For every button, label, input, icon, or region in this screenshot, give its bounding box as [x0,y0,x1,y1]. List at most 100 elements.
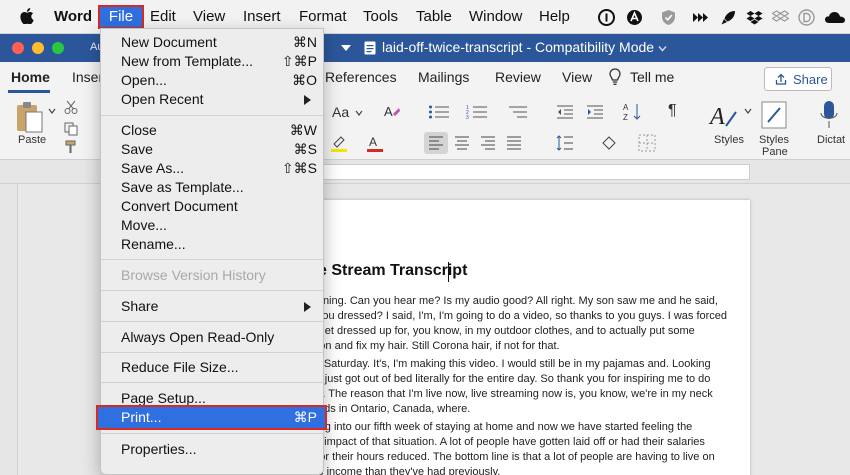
menu-format[interactable]: Format [299,8,347,25]
paste-dropdown-icon[interactable] [48,108,56,114]
close-window-icon[interactable] [12,42,24,54]
menu-item-label: Open Recent [121,91,204,107]
app-menu-word[interactable]: Word [54,8,92,25]
menu-item-share[interactable]: Share [121,298,317,317]
paragraph-line: ot it just got out of bed literally for … [304,373,711,385]
menu-item-save-as[interactable]: Save As... ⇧⌘S [121,160,317,179]
increase-indent-icon[interactable] [586,104,604,120]
dictate-microphone-icon[interactable] [820,100,838,130]
menu-item-save-as-template[interactable]: Save as Template... [121,179,317,198]
menu-item-close[interactable]: Close ⌘W [121,122,317,141]
change-case-button[interactable]: Aa [332,104,349,120]
active-tab-indicator [8,90,50,93]
menu-item-reduce-file-size[interactable]: Reduce File Size... [121,359,317,378]
forward-arrow-icon[interactable] [692,9,709,26]
menu-item-new-document[interactable]: New Document ⌘N [121,34,317,53]
menu-item-browse-version-history: Browse Version History [121,267,317,286]
menu-table[interactable]: Table [416,8,452,25]
shading-icon[interactable] [600,134,618,152]
shield-check-icon[interactable] [660,9,677,26]
menu-item-label: Reduce File Size... [121,359,239,375]
dropbox-icon[interactable] [746,9,763,26]
menu-item-save[interactable]: Save ⌘S [121,141,317,160]
apple-icon[interactable] [20,8,34,24]
menu-item-label: Browse Version History [121,267,266,283]
font-color-icon[interactable]: A [366,134,384,152]
menu-item-open-recent[interactable]: Open Recent [121,91,317,110]
styles-icon[interactable]: A [708,100,738,130]
paste-icon[interactable] [14,100,44,134]
tab-view[interactable]: View [562,69,592,85]
menu-edit[interactable]: Edit [150,8,176,25]
paragraph-2: 's a Saturday. It's, I'm making this vid… [304,357,744,417]
line-spacing-icon[interactable] [556,134,574,152]
menu-item-properties[interactable]: Properties... [121,441,317,460]
copy-icon[interactable] [64,122,78,136]
menu-item-open[interactable]: Open... ⌘O [121,72,317,91]
menu-item-print[interactable]: Print... ⌘P [121,409,317,428]
paragraph-line: morning. Can you hear me? Is my audio go… [304,295,718,307]
menu-item-move[interactable]: Move... [121,217,317,236]
menu-tools[interactable]: Tools [363,8,398,25]
share-button[interactable]: Share [764,67,832,91]
align-center-icon[interactable] [454,136,470,150]
menu-item-label: Move... [121,217,167,233]
menu-item-rename[interactable]: Rename... [121,236,317,255]
styles-pane-label: Styles [759,134,789,146]
menu-window[interactable]: Window [469,8,522,25]
numbering-icon[interactable]: 123 [466,104,488,120]
highlight-color-icon[interactable] [330,134,348,152]
tab-home[interactable]: Home [11,69,50,85]
bullets-icon[interactable] [428,104,450,120]
menu-insert[interactable]: Insert [243,8,281,25]
paragraph-3: going into our fifth week of staying at … [304,420,744,475]
borders-icon[interactable] [638,134,656,152]
clear-formatting-icon[interactable]: A [383,103,401,121]
cut-icon[interactable] [64,100,78,114]
menu-item-label: Share [121,298,159,314]
align-left-icon[interactable] [424,132,448,154]
d-circle-icon[interactable] [798,9,815,26]
menu-help[interactable]: Help [539,8,570,25]
sort-icon[interactable]: AZ [622,102,642,122]
rocket-icon[interactable] [720,9,737,26]
minimize-window-icon[interactable] [32,42,44,54]
styles-pane-icon[interactable] [760,100,788,130]
title-chevron-icon[interactable] [658,45,667,52]
decrease-indent-icon[interactable] [556,104,574,120]
chevron-down-icon[interactable] [340,43,352,53]
tab-review[interactable]: Review [495,69,541,85]
svg-text:A: A [369,135,377,149]
dropbox-outline-icon[interactable] [772,9,789,26]
circled-a-icon[interactable] [626,9,643,26]
lightbulb-icon [609,68,621,85]
menu-item-label: Page Setup... [121,390,206,406]
align-right-icon[interactable] [480,136,496,150]
styles-dropdown-icon[interactable] [744,108,752,114]
zoom-window-icon[interactable] [52,42,64,54]
menu-item-label: Properties... [121,441,197,457]
paragraph-1: morning. Can you hear me? Is my audio go… [304,294,744,354]
menu-file[interactable]: File [98,5,144,29]
tab-mailings[interactable]: Mailings [418,69,469,85]
menu-item-convert-document[interactable]: Convert Document [121,198,317,217]
shortcut-label: ⇧⌘S [281,160,317,176]
menu-item-always-open-read-only[interactable]: Always Open Read-Only [121,329,317,348]
svg-text:Z: Z [623,113,628,122]
show-formatting-marks-icon[interactable]: ¶ [668,102,677,120]
tab-insert[interactable]: Inser [72,69,103,85]
vertical-ruler[interactable] [0,184,18,475]
paragraph-line: 's a Saturday. It's, I'm making this vid… [304,358,711,370]
document-heading: e Stream Transcript [318,262,468,279]
cloud-icon[interactable] [824,9,846,26]
tab-references[interactable]: References [325,69,397,85]
justify-icon[interactable] [506,136,522,150]
circled-1-icon[interactable] [598,9,615,26]
paragraph-line: deo. The reason that I'm live now, live … [304,388,713,400]
menu-item-new-from-template[interactable]: New from Template... ⇧⌘P [121,53,317,72]
multilevel-list-icon[interactable] [506,104,528,120]
change-case-dropdown-icon[interactable] [355,110,363,116]
menu-view[interactable]: View [193,8,225,25]
tell-me-search[interactable]: Tell me [630,69,674,85]
format-painter-icon[interactable] [64,140,78,154]
